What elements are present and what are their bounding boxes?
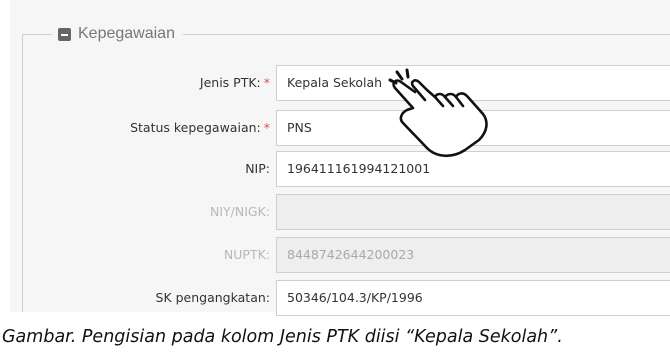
field-label-status-kepegawaian: Status kepegawaian: * [130,120,270,135]
fieldset-legend[interactable]: Kepegawaian [52,21,183,47]
niy-nigk-input [276,194,670,230]
fieldset-title: Kepegawaian [78,25,175,42]
collapse-minus-icon[interactable] [58,27,71,41]
field-label-nip: NIP: [245,161,270,176]
field-label-niy-nigk: NIY/NIGK: [209,204,270,219]
form-row-sk-pengangkatan: SK pengangkatan: 50346/104.3/KP/1996 [0,280,670,316]
sk-pengangkatan-input[interactable]: 50346/104.3/KP/1996 [276,280,670,316]
required-asterisk: * [263,120,270,135]
form-row-jenis-ptk: Jenis PTK: * Kepala Sekolah [0,65,670,101]
form-row-status-kepegawaian: Status kepegawaian: * PNS [0,110,670,146]
form-row-niy-nigk: NIY/NIGK: [0,194,670,230]
hand-pointer-icon [388,68,488,158]
field-label-jenis-ptk: Jenis PTK: * [199,75,270,90]
required-asterisk: * [263,75,270,90]
field-label-nuptk: NUPTK: [223,247,270,262]
field-label-sk-pengangkatan: SK pengangkatan: [155,290,270,305]
form-row-nip: NIP: 196411161994121001 [0,151,670,187]
nuptk-input: 8448742644200023 [276,237,670,273]
figure-caption: Gambar. Pengisian pada kolom Jenis PTK d… [2,327,563,347]
form-row-nuptk: NUPTK: 8448742644200023 [0,237,670,273]
